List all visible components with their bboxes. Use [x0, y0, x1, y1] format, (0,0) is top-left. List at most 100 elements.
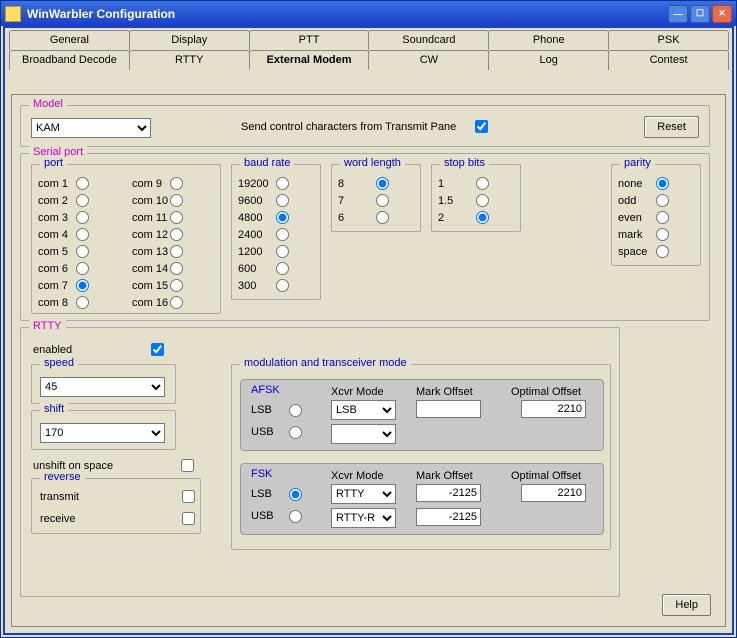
port-label-com8: com 8 — [38, 297, 76, 309]
tab-log[interactable]: Log — [488, 50, 609, 70]
baud-radio-9600[interactable] — [276, 194, 289, 207]
parity-group: parity noneoddevenmarkspace — [611, 164, 701, 266]
word-label-8: 8 — [338, 178, 376, 190]
word-radio-7[interactable] — [376, 194, 389, 207]
tab-ptt[interactable]: PTT — [249, 30, 370, 50]
tabstrip: GeneralDisplayPTTSoundcardPhonePSK Broad… — [9, 30, 728, 70]
baud-radio-300[interactable] — [276, 279, 289, 292]
tab-general[interactable]: General — [9, 30, 130, 50]
parity-radio-mark[interactable] — [656, 228, 669, 241]
afsk-xcvr-usb-select[interactable] — [331, 424, 396, 444]
word-radio-8[interactable] — [376, 177, 389, 190]
port-label-com11: com 11 — [132, 212, 170, 224]
reverse-receive-checkbox[interactable] — [182, 512, 195, 525]
port-radio-com11[interactable] — [170, 211, 183, 224]
baud-radio-600[interactable] — [276, 262, 289, 275]
minimize-button[interactable]: — — [668, 5, 688, 23]
afsk-xcvr-lsb-select[interactable]: LSB — [331, 400, 396, 420]
afsk-usb-radio[interactable] — [289, 426, 302, 439]
fsk-mark-lsb-input[interactable] — [416, 484, 481, 502]
stop-radio-1.5[interactable] — [476, 194, 489, 207]
tab-phone[interactable]: Phone — [488, 30, 609, 50]
tab-psk[interactable]: PSK — [608, 30, 729, 50]
word-radio-6[interactable] — [376, 211, 389, 224]
fsk-lsb-radio[interactable] — [289, 488, 302, 501]
parity-label-even: even — [618, 212, 656, 224]
fsk-xcvr-lsb-select[interactable]: RTTY — [331, 484, 396, 504]
speed-select[interactable]: 45 — [40, 377, 165, 397]
port-radio-com14[interactable] — [170, 262, 183, 275]
unshift-checkbox[interactable] — [181, 459, 194, 472]
port-radio-com6[interactable] — [76, 262, 89, 275]
model-legend: Model — [29, 98, 67, 110]
baud-label-19200: 19200 — [238, 178, 276, 190]
baud-label-1200: 1200 — [238, 246, 276, 258]
stop-label-2: 2 — [438, 212, 476, 224]
port-label-com10: com 10 — [132, 195, 170, 207]
afsk-lsb-radio[interactable] — [289, 404, 302, 417]
tab-external-modem[interactable]: External Modem — [249, 50, 370, 70]
enabled-label: enabled — [33, 344, 72, 356]
port-radio-com12[interactable] — [170, 228, 183, 241]
parity-label-mark: mark — [618, 229, 656, 241]
port-radio-com4[interactable] — [76, 228, 89, 241]
stop-radio-2[interactable] — [476, 211, 489, 224]
tab-soundcard[interactable]: Soundcard — [368, 30, 489, 50]
port-radio-com13[interactable] — [170, 245, 183, 258]
port-radio-com1[interactable] — [76, 177, 89, 190]
baud-radio-2400[interactable] — [276, 228, 289, 241]
port-radio-com10[interactable] — [170, 194, 183, 207]
send-ctrl-checkbox[interactable] — [475, 120, 488, 133]
baud-radio-1200[interactable] — [276, 245, 289, 258]
tab-contest[interactable]: Contest — [608, 50, 729, 70]
parity-radio-odd[interactable] — [656, 194, 669, 207]
afsk-xcvr-label: Xcvr Mode — [331, 386, 384, 398]
tab-broadband-decode[interactable]: Broadband Decode — [9, 50, 130, 70]
tab-external-modem-page: Model KAM Send control characters from T… — [11, 94, 726, 627]
port-radio-com9[interactable] — [170, 177, 183, 190]
model-group: Model KAM Send control characters from T… — [20, 105, 710, 147]
port-radio-com5[interactable] — [76, 245, 89, 258]
afsk-opt-input[interactable] — [521, 400, 586, 418]
port-radio-com16[interactable] — [170, 296, 183, 309]
afsk-opt-label: Optimal Offset — [511, 386, 581, 398]
fsk-xcvr-usb-select[interactable]: RTTY-R — [331, 508, 396, 528]
port-radio-com15[interactable] — [170, 279, 183, 292]
modulation-group: modulation and transceiver mode AFSK LSB… — [231, 364, 611, 550]
help-button[interactable]: Help — [662, 594, 711, 616]
baud-radio-19200[interactable] — [276, 177, 289, 190]
stop-label-1.5: 1.5 — [438, 195, 476, 207]
port-radio-com7[interactable] — [76, 279, 89, 292]
model-select[interactable]: KAM — [31, 118, 151, 138]
port-label-com9: com 9 — [132, 178, 170, 190]
port-label-com2: com 2 — [38, 195, 76, 207]
reverse-transmit-checkbox[interactable] — [182, 490, 195, 503]
reverse-legend: reverse — [40, 471, 85, 483]
afsk-mark-label: Mark Offset — [416, 386, 473, 398]
fsk-mark-usb-input[interactable] — [416, 508, 481, 526]
afsk-legend: AFSK — [251, 384, 280, 396]
serial-port-group: Serial port port com 1com 2com 3com 4com… — [20, 153, 710, 321]
maximize-button[interactable]: ☐ — [690, 5, 710, 23]
parity-radio-space[interactable] — [656, 245, 669, 258]
parity-radio-none[interactable] — [656, 177, 669, 190]
reset-button[interactable]: Reset — [644, 116, 699, 138]
baud-radio-4800[interactable] — [276, 211, 289, 224]
port-radio-com8[interactable] — [76, 296, 89, 309]
fsk-opt-input[interactable] — [521, 484, 586, 502]
port-radio-com3[interactable] — [76, 211, 89, 224]
afsk-lsb-label: LSB — [251, 404, 289, 416]
tab-rtty[interactable]: RTTY — [129, 50, 250, 70]
tab-display[interactable]: Display — [129, 30, 250, 50]
port-radio-com2[interactable] — [76, 194, 89, 207]
fsk-usb-radio[interactable] — [289, 510, 302, 523]
close-button[interactable]: ✕ — [712, 5, 732, 23]
stop-radio-1[interactable] — [476, 177, 489, 190]
afsk-mark-input[interactable] — [416, 400, 481, 418]
enabled-checkbox[interactable] — [151, 343, 164, 356]
tab-cw[interactable]: CW — [368, 50, 489, 70]
port-label-com16: com 16 — [132, 297, 170, 309]
shift-select[interactable]: 170 — [40, 423, 165, 443]
parity-radio-even[interactable] — [656, 211, 669, 224]
baud-group: baud rate 192009600480024001200600300 — [231, 164, 321, 300]
